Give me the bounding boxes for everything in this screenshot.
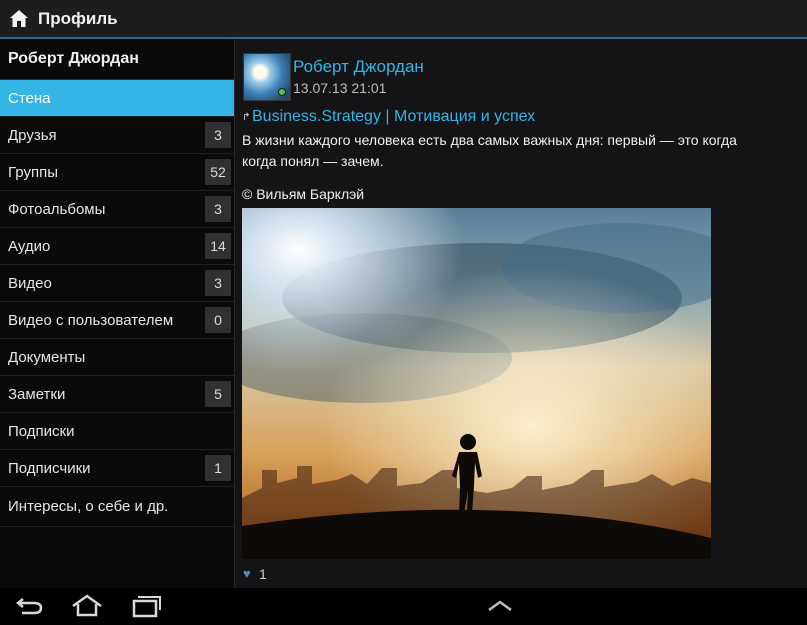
sidebar-item-label: Подписки <box>8 422 75 440</box>
sidebar-item-photo-albums[interactable]: Фотоальбомы 3 <box>0 191 234 228</box>
sidebar-item-label: Документы <box>8 348 86 366</box>
profile-sidebar: Роберт Джордан Стена Друзья 3 Группы 52 … <box>0 39 235 588</box>
count-badge: 14 <box>205 233 231 259</box>
sidebar-item-videos-with-user[interactable]: Видео с пользователем 0 <box>0 302 234 339</box>
sidebar-item-friends[interactable]: Друзья 3 <box>0 117 234 154</box>
post-text: В жизни каждого человека есть два самых … <box>242 130 807 172</box>
sidebar-item-groups[interactable]: Группы 52 <box>0 154 234 191</box>
home-icon[interactable] <box>10 10 28 28</box>
sidebar-item-label: Видео <box>8 274 52 292</box>
profile-name: Роберт Джордан <box>0 39 234 80</box>
back-icon[interactable] <box>14 594 48 618</box>
sidebar-item-label: Группы <box>8 163 58 181</box>
post-quote: © Вильям Барклэй <box>242 186 365 202</box>
sidebar-item-label: Заметки <box>8 385 66 403</box>
count-badge: 0 <box>205 307 231 333</box>
repost-icon: ↱ <box>242 112 251 123</box>
sidebar-item-documents[interactable]: Документы <box>0 339 234 376</box>
sidebar-item-label: Фотоальбомы <box>8 200 106 218</box>
like-count: 1 <box>259 566 267 582</box>
count-badge: 1 <box>205 455 231 481</box>
post-photo[interactable] <box>242 208 711 559</box>
repost-source-link[interactable]: Business.Strategy | Мотивация и успех <box>252 108 535 126</box>
sidebar-item-label: Друзья <box>8 126 57 144</box>
sidebar-item-notes[interactable]: Заметки 5 <box>0 376 234 413</box>
heart-icon[interactable]: ♥ <box>243 566 251 581</box>
system-navigation-bar <box>0 588 807 625</box>
home-nav-icon[interactable] <box>70 594 104 618</box>
action-bar: Профиль <box>0 0 807 37</box>
sidebar-item-video[interactable]: Видео 3 <box>0 265 234 302</box>
sidebar-item-label: Видео с пользователем <box>8 311 174 329</box>
sidebar-item-label: Интересы, о себе и др. <box>8 498 169 515</box>
sidebar-item-subscribers[interactable]: Подписчики 1 <box>0 450 234 487</box>
chevron-up-icon[interactable] <box>485 594 519 618</box>
count-badge: 5 <box>205 381 231 407</box>
count-badge: 3 <box>205 270 231 296</box>
count-badge: 52 <box>205 159 231 185</box>
sidebar-item-label: Стена <box>8 89 51 107</box>
post-text-line: В жизни каждого человека есть два самых … <box>242 132 737 148</box>
sidebar-item-interests[interactable]: Интересы, о себе и др. <box>0 487 234 527</box>
count-badge: 3 <box>205 122 231 148</box>
post-text-line: когда понял — зачем. <box>242 153 384 169</box>
sidebar-item-subscriptions[interactable]: Подписки <box>0 413 234 450</box>
post-date: 13.07.13 21:01 <box>293 80 387 96</box>
page-title: Профиль <box>38 8 118 28</box>
sidebar-item-label: Аудио <box>8 237 51 255</box>
sidebar-item-audio[interactable]: Аудио 14 <box>0 228 234 265</box>
sidebar-item-label: Подписчики <box>8 459 91 477</box>
wall-feed: Роберт Джордан 13.07.13 21:01 ↱ Business… <box>235 39 807 588</box>
post-author[interactable]: Роберт Джордан <box>293 57 424 77</box>
recent-apps-icon[interactable] <box>131 594 165 618</box>
count-badge: 3 <box>205 196 231 222</box>
sky-silhouette-image <box>242 208 711 559</box>
sidebar-item-wall[interactable]: Стена <box>0 80 234 117</box>
online-indicator <box>278 88 286 96</box>
